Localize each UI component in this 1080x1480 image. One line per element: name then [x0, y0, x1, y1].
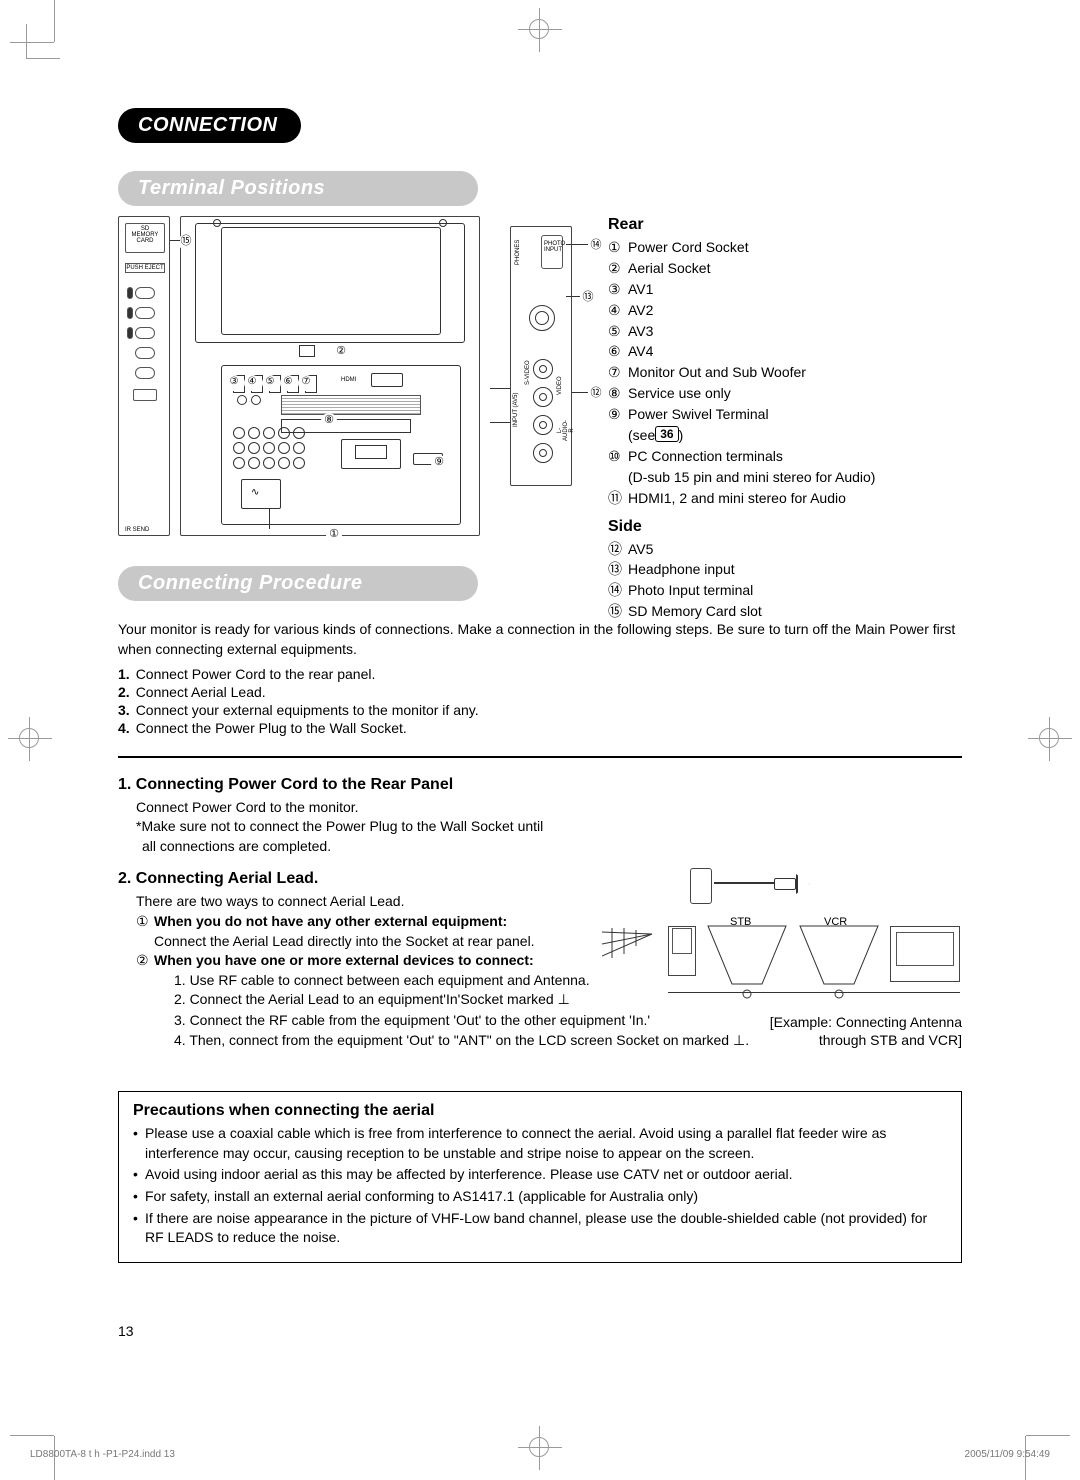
- callout-7: ⑦: [298, 375, 314, 391]
- callout-3: ③: [226, 375, 242, 391]
- precaution-3: For safety, install an external aerial c…: [133, 1187, 947, 1207]
- side-panel-diagram: SD MEMORY CARD PUSH EJECT IR SEND: [118, 216, 170, 536]
- legend-rear-heading: Rear: [608, 216, 962, 234]
- legend-side-heading: Side: [608, 518, 962, 536]
- footer-right: 2005/11/09 9:54:49: [965, 1449, 1050, 1460]
- sub1-l2: *Make sure not to connect the Power Plug…: [118, 817, 588, 837]
- callout-9: ⑨: [431, 455, 447, 471]
- callout-14: ⑭: [588, 238, 604, 254]
- steps-list: Connect Power Cord to the rear panel. Co…: [118, 666, 962, 736]
- photo-label: PHOTO INPUT: [544, 241, 562, 253]
- stb-icon: [702, 924, 792, 1000]
- callout-15: ⑮: [178, 234, 194, 250]
- laudio-label: L-AUDIO-R: [557, 420, 575, 441]
- precautions-title: Precautions when connecting the aerial: [133, 1102, 947, 1120]
- step-3: Connect your external equipments to the …: [118, 702, 962, 718]
- registration-mark: [1028, 717, 1072, 761]
- page-number: 13: [118, 1323, 962, 1339]
- precaution-2: Avoid using indoor aerial as this may be…: [133, 1165, 947, 1185]
- stb-label: STB: [730, 916, 751, 928]
- push-eject-label: PUSH EJECT: [125, 263, 165, 273]
- callout-2: ②: [333, 344, 349, 360]
- subsection-header-connecting-procedure: Connecting Procedure: [118, 566, 478, 601]
- vcr-label: VCR: [824, 916, 847, 928]
- precautions-box: Precautions when connecting the aerial P…: [118, 1091, 962, 1263]
- precaution-4: If there are noise appearance in the pic…: [133, 1209, 947, 1248]
- legend-side-list: ⑫AV5 ⑬Headphone input ⑭Photo Input termi…: [608, 540, 962, 622]
- av5-label: INPUT (AV5): [513, 393, 519, 427]
- footer: LD8800TA-8 t h -P1-P24.indd 13 2005/11/0…: [30, 1449, 1050, 1460]
- diagram-caption-2: through STB and VCR]: [819, 1032, 962, 1048]
- sub1-l1: Connect Power Cord to the monitor.: [118, 798, 588, 818]
- svideo-label: S-VIDEO: [525, 360, 531, 385]
- wiring-diagram: STB VCR [Example: Connecting Antenna thr…: [602, 868, 962, 1068]
- rear-panel-diagram: HDMI: [180, 216, 480, 536]
- sub1-l3: all connections are completed.: [118, 837, 588, 857]
- step-4: Connect the Power Plug to the Wall Socke…: [118, 720, 962, 736]
- section-header-connection: CONNECTION: [118, 108, 301, 143]
- antenna-icon: [602, 928, 662, 958]
- diagram-caption-1: [Example: Connecting Antenna: [770, 1014, 962, 1030]
- divider: [118, 756, 962, 758]
- sub-connecting-power: 1. Connecting Power Cord to the Rear Pan…: [118, 776, 588, 857]
- callout-1: ①: [326, 527, 342, 543]
- irsend-label-b: IR SEND: [125, 527, 149, 533]
- callout-6: ⑥: [280, 375, 296, 391]
- subsection-header-terminal-positions: Terminal Positions: [118, 171, 478, 206]
- registration-mark: [518, 8, 562, 52]
- terminal-diagram-area: SD MEMORY CARD PUSH EJECT IR SEND: [118, 216, 962, 556]
- hdmi-label: HDMI: [341, 377, 356, 383]
- callout-8: ⑧: [321, 413, 337, 429]
- legend-rear-list: ①Power Cord Socket ②Aerial Socket ③AV1 ④…: [608, 238, 962, 508]
- sub1-title: 1. Connecting Power Cord to the Rear Pan…: [118, 776, 588, 794]
- sd-label: SD MEMORY CARD: [128, 226, 162, 244]
- step-1: Connect Power Cord to the rear panel.: [118, 666, 962, 682]
- callout-4: ④: [244, 375, 260, 391]
- callout-12: ⑫: [588, 386, 604, 402]
- sub2-opt1-h: When you do not have any other external …: [154, 913, 507, 929]
- registration-mark: [518, 1426, 562, 1470]
- phones-label: PHONES: [515, 240, 521, 265]
- step-2: Connect Aerial Lead.: [118, 684, 962, 700]
- video-label: VIDEO: [557, 376, 563, 395]
- registration-mark: [8, 717, 52, 761]
- side-panel-right-diagram: PHONES PHOTO INPUT INPUT (AV5) VIDEO L-A…: [510, 226, 572, 486]
- callout-5: ⑤: [262, 375, 278, 391]
- sub2-opt2-h: When you have one or more external devic…: [154, 952, 534, 968]
- legend-block: Rear ①Power Cord Socket ②Aerial Socket ③…: [608, 216, 962, 623]
- vcr-icon: [794, 924, 884, 1000]
- intro-text: Your monitor is ready for various kinds …: [118, 619, 962, 660]
- footer-left: LD8800TA-8 t h -P1-P24.indd 13: [30, 1449, 175, 1460]
- precaution-1: Please use a coaxial cable which is free…: [133, 1124, 947, 1163]
- callout-13: ⑬: [580, 290, 596, 306]
